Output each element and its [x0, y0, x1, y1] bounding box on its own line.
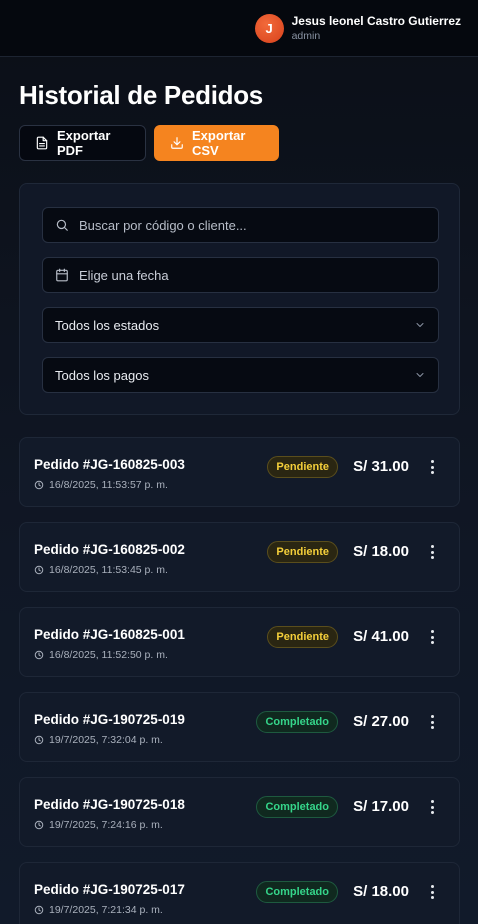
order-amount: S/ 17.00: [353, 798, 409, 815]
order-datetime: 19/7/2025, 7:32:04 p. m.: [34, 734, 163, 746]
order-datetime-text: 19/7/2025, 7:24:16 p. m.: [49, 819, 163, 831]
download-icon: [171, 137, 183, 149]
more-options-icon[interactable]: [429, 545, 435, 559]
order-datetime: 16/8/2025, 11:53:57 p. m.: [34, 479, 168, 491]
order-code: Pedido #JG-160825-001: [34, 627, 185, 642]
order-datetime: 16/8/2025, 11:52:50 p. m.: [34, 649, 168, 661]
order-datetime-text: 16/8/2025, 11:53:45 p. m.: [49, 564, 168, 576]
order-code: Pedido #JG-190725-018: [34, 797, 185, 812]
clock-icon: [34, 650, 44, 660]
order-code: Pedido #JG-160825-002: [34, 542, 185, 557]
order-amount: S/ 31.00: [353, 458, 409, 475]
order-card[interactable]: Pedido #JG-190725-018 19/7/2025, 7:24:16…: [19, 777, 460, 847]
order-amount: S/ 18.00: [353, 883, 409, 900]
order-datetime-text: 19/7/2025, 7:32:04 p. m.: [49, 734, 163, 746]
user-menu[interactable]: J Jesus leonel Castro Gutierrez admin: [254, 13, 461, 43]
search-input[interactable]: [79, 217, 426, 233]
order-datetime-text: 19/7/2025, 7:21:34 p. m.: [49, 904, 163, 916]
avatar[interactable]: J: [254, 13, 284, 43]
export-pdf-button[interactable]: Exportar PDF: [19, 125, 146, 161]
search-field[interactable]: [42, 207, 439, 243]
order-card[interactable]: Pedido #JG-190725-017 19/7/2025, 7:21:34…: [19, 862, 460, 924]
document-icon: [36, 136, 48, 150]
more-options-icon[interactable]: [429, 885, 435, 899]
date-placeholder: Elige una fecha: [79, 267, 169, 283]
more-options-icon[interactable]: [429, 800, 435, 814]
payment-select[interactable]: Todos los pagos: [42, 357, 439, 393]
clock-icon: [34, 565, 44, 575]
orders-list: Pedido #JG-160825-003 16/8/2025, 11:53:5…: [19, 437, 460, 924]
status-badge: Completado: [256, 881, 338, 903]
order-datetime: 19/7/2025, 7:24:16 p. m.: [34, 819, 163, 831]
clock-icon: [34, 735, 44, 745]
chevron-down-icon: [416, 373, 424, 377]
status-badge: Pendiente: [267, 456, 338, 478]
top-bar: J Jesus leonel Castro Gutierrez admin: [0, 0, 478, 57]
status-badge: Pendiente: [267, 626, 338, 648]
export-actions: Exportar PDF Exportar CSV: [19, 125, 279, 161]
order-datetime-text: 16/8/2025, 11:53:57 p. m.: [49, 479, 168, 491]
page-title: Historial de Pedidos: [19, 80, 263, 110]
user-name: Jesus leonel Castro Gutierrez: [291, 13, 461, 28]
order-card[interactable]: Pedido #JG-160825-002 16/8/2025, 11:53:4…: [19, 522, 460, 592]
export-pdf-label: Exportar PDF: [57, 128, 111, 158]
filters-panel: Elige una fecha Todos los estados Todos …: [19, 183, 460, 415]
status-badge: Pendiente: [267, 541, 338, 563]
order-code: Pedido #JG-160825-003: [34, 457, 185, 472]
export-csv-button[interactable]: Exportar CSV: [154, 125, 279, 161]
clock-icon: [34, 480, 44, 490]
status-select[interactable]: Todos los estados: [42, 307, 439, 343]
status-badge: Completado: [256, 711, 338, 733]
order-card[interactable]: Pedido #JG-160825-001 16/8/2025, 11:52:5…: [19, 607, 460, 677]
date-picker[interactable]: Elige una fecha: [42, 257, 439, 293]
calendar-icon: [56, 268, 68, 282]
status-select-value: Todos los estados: [55, 317, 160, 333]
order-datetime: 16/8/2025, 11:53:45 p. m.: [34, 564, 168, 576]
order-amount: S/ 41.00: [353, 628, 409, 645]
user-role: admin: [291, 29, 321, 42]
more-options-icon[interactable]: [429, 460, 435, 474]
order-code: Pedido #JG-190725-019: [34, 712, 185, 727]
order-amount: S/ 18.00: [353, 543, 409, 560]
payment-select-value: Todos los pagos: [55, 367, 149, 383]
order-card[interactable]: Pedido #JG-160825-003 16/8/2025, 11:53:5…: [19, 437, 460, 507]
clock-icon: [34, 820, 44, 830]
chevron-down-icon: [416, 323, 424, 327]
more-options-icon[interactable]: [429, 630, 435, 644]
order-card[interactable]: Pedido #JG-190725-019 19/7/2025, 7:32:04…: [19, 692, 460, 762]
status-badge: Completado: [256, 796, 338, 818]
more-options-icon[interactable]: [429, 715, 435, 729]
user-info: Jesus leonel Castro Gutierrez admin: [292, 14, 461, 43]
order-datetime-text: 16/8/2025, 11:52:50 p. m.: [49, 649, 168, 661]
order-amount: S/ 27.00: [353, 713, 409, 730]
search-icon: [56, 219, 68, 231]
order-datetime: 19/7/2025, 7:21:34 p. m.: [34, 904, 163, 916]
export-csv-label: Exportar CSV: [192, 128, 246, 158]
order-code: Pedido #JG-190725-017: [34, 882, 185, 897]
clock-icon: [34, 905, 44, 915]
